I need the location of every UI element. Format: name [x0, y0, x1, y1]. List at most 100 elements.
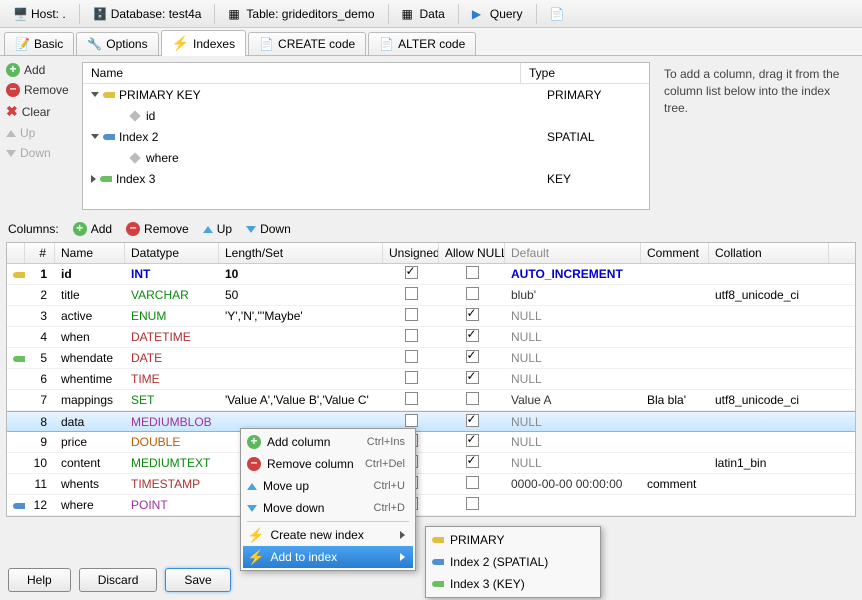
- col-name[interactable]: whents: [55, 477, 125, 491]
- context-submenu[interactable]: PRIMARY Index 2 (SPATIAL) Index 3 (KEY): [425, 526, 601, 598]
- table-row[interactable]: 11whentsTIMESTAMP0000-00-00 00:00:00comm…: [7, 474, 855, 495]
- col-datatype[interactable]: SET: [125, 393, 219, 407]
- col-unsigned[interactable]: [383, 266, 439, 282]
- col-unsigned[interactable]: [383, 392, 439, 408]
- col-allow-null[interactable]: [439, 371, 505, 387]
- new-tab-button[interactable]: 📄: [541, 4, 573, 24]
- expand-icon[interactable]: [91, 134, 99, 139]
- table-row[interactable]: 5whendateDATENULL: [7, 348, 855, 369]
- col-unsigned[interactable]: [383, 371, 439, 387]
- table-row[interactable]: 7mappingsSET'Value A','Value B','Value C…: [7, 390, 855, 411]
- ctx-remove-column[interactable]: –Remove columnCtrl+Del: [243, 453, 413, 475]
- column-add-button[interactable]: +Add: [73, 222, 112, 236]
- header-collation[interactable]: Collation: [709, 243, 829, 263]
- col-unsigned[interactable]: [383, 329, 439, 345]
- col-datatype[interactable]: DATE: [125, 351, 219, 365]
- col-unsigned[interactable]: [383, 287, 439, 303]
- col-default[interactable]: NULL: [505, 309, 641, 323]
- host-button[interactable]: 🖥️Host: .: [4, 4, 75, 24]
- table-row[interactable]: 3activeENUM'Y','N','''Maybe'NULL: [7, 306, 855, 327]
- col-default[interactable]: 0000-00-00 00:00:00: [505, 477, 641, 491]
- col-length[interactable]: 50: [219, 288, 383, 302]
- col-default[interactable]: NULL: [505, 435, 641, 449]
- col-length[interactable]: 'Value A','Value B','Value C': [219, 393, 383, 407]
- tab-alter-code[interactable]: 📄ALTER code: [368, 32, 476, 55]
- context-menu[interactable]: +Add columnCtrl+Ins –Remove columnCtrl+D…: [240, 428, 416, 571]
- col-datatype[interactable]: TIMESTAMP: [125, 477, 219, 491]
- col-allow-null[interactable]: [439, 434, 505, 450]
- col-name[interactable]: price: [55, 435, 125, 449]
- table-row[interactable]: 10contentMEDIUMTEXTNULLlatin1_bin: [7, 453, 855, 474]
- tab-indexes[interactable]: ⚡Indexes: [161, 30, 246, 56]
- col-allow-null[interactable]: [439, 287, 505, 303]
- column-up-button[interactable]: Up: [203, 222, 232, 236]
- columns-grid[interactable]: # Name Datatype Length/Set Unsigned Allo…: [6, 242, 856, 517]
- ctx-index-3[interactable]: Index 3 (KEY): [428, 573, 598, 595]
- index-add-button[interactable]: +Add: [6, 62, 76, 78]
- col-datatype[interactable]: INT: [125, 267, 219, 281]
- col-datatype[interactable]: DOUBLE: [125, 435, 219, 449]
- table-button[interactable]: ▦Table: grideditors_demo: [219, 4, 383, 24]
- col-default[interactable]: NULL: [505, 351, 641, 365]
- col-name[interactable]: title: [55, 288, 125, 302]
- header-unsigned[interactable]: Unsigned: [383, 243, 439, 263]
- col-name[interactable]: id: [55, 267, 125, 281]
- expand-icon[interactable]: [91, 175, 96, 183]
- col-allow-null[interactable]: [439, 476, 505, 492]
- col-datatype[interactable]: DATETIME: [125, 330, 219, 344]
- ctx-add-column[interactable]: +Add columnCtrl+Ins: [243, 431, 413, 453]
- tab-basic[interactable]: 📝Basic: [4, 32, 74, 55]
- col-default[interactable]: AUTO_INCREMENT: [505, 267, 641, 281]
- table-row[interactable]: 8dataMEDIUMBLOBNULL: [7, 411, 855, 432]
- index-tree-row[interactable]: where: [83, 147, 649, 168]
- col-allow-null[interactable]: [439, 329, 505, 345]
- col-collation[interactable]: utf8_unicode_ci: [709, 393, 829, 407]
- index-tree-row[interactable]: id: [83, 105, 649, 126]
- ctx-create-new-index[interactable]: ⚡Create new index: [243, 524, 413, 546]
- ctx-index-primary[interactable]: PRIMARY: [428, 529, 598, 551]
- save-button[interactable]: Save: [165, 568, 230, 592]
- table-row[interactable]: 12wherePOINT: [7, 495, 855, 516]
- index-clear-button[interactable]: ✖Clear: [6, 102, 76, 121]
- query-button[interactable]: ▶Query: [463, 4, 532, 24]
- table-row[interactable]: 2titleVARCHAR50blub'utf8_unicode_ci: [7, 285, 855, 306]
- col-name[interactable]: where: [55, 498, 125, 512]
- tab-options[interactable]: 🔧Options: [76, 32, 158, 55]
- index-tree-row[interactable]: PRIMARY KEYPRIMARY: [83, 84, 649, 105]
- col-datatype[interactable]: VARCHAR: [125, 288, 219, 302]
- index-tree-row[interactable]: Index 2SPATIAL: [83, 126, 649, 147]
- col-allow-null[interactable]: [439, 308, 505, 324]
- col-datatype[interactable]: TIME: [125, 372, 219, 386]
- col-allow-null[interactable]: [439, 455, 505, 471]
- tab-create-code[interactable]: 📄CREATE code: [248, 32, 366, 55]
- header-comment[interactable]: Comment: [641, 243, 709, 263]
- col-comment[interactable]: Bla bla': [641, 393, 709, 407]
- discard-button[interactable]: Discard: [79, 568, 158, 592]
- col-name[interactable]: data: [55, 415, 125, 429]
- col-default[interactable]: Value A: [505, 393, 641, 407]
- ctx-move-down[interactable]: Move downCtrl+D: [243, 497, 413, 519]
- header-datatype[interactable]: Datatype: [125, 243, 219, 263]
- header-num[interactable]: #: [25, 243, 55, 263]
- col-name[interactable]: mappings: [55, 393, 125, 407]
- col-comment[interactable]: comment: [641, 477, 709, 491]
- col-name[interactable]: whentime: [55, 372, 125, 386]
- col-length[interactable]: 10: [219, 267, 383, 281]
- col-default[interactable]: NULL: [505, 372, 641, 386]
- col-allow-null[interactable]: [439, 350, 505, 366]
- col-datatype[interactable]: ENUM: [125, 309, 219, 323]
- header-allow-null[interactable]: Allow NULL: [439, 243, 505, 263]
- col-collation[interactable]: latin1_bin: [709, 456, 829, 470]
- col-unsigned[interactable]: [383, 350, 439, 366]
- table-row[interactable]: 9priceDOUBLENULL: [7, 432, 855, 453]
- col-name[interactable]: whendate: [55, 351, 125, 365]
- ctx-add-to-index[interactable]: ⚡Add to index: [243, 546, 413, 568]
- col-allow-null[interactable]: [439, 497, 505, 513]
- index-tree-body[interactable]: PRIMARY KEYPRIMARYidIndex 2SPATIALwhereI…: [83, 84, 649, 209]
- table-row[interactable]: 1idINT10AUTO_INCREMENT: [7, 264, 855, 285]
- header-name[interactable]: Name: [55, 243, 125, 263]
- index-tree-row[interactable]: Index 3KEY: [83, 168, 649, 189]
- header-name[interactable]: Name: [83, 63, 521, 83]
- header-default[interactable]: Default: [505, 243, 641, 263]
- col-allow-null[interactable]: [439, 266, 505, 282]
